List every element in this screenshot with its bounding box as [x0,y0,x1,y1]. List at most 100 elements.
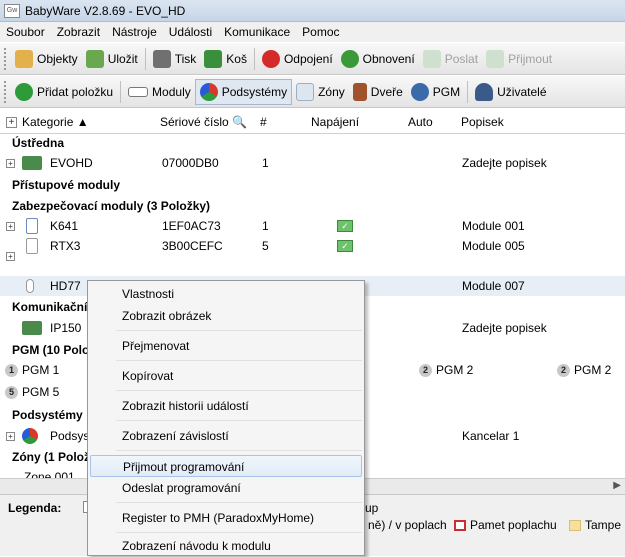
print-button[interactable]: Tisk [149,46,201,72]
column-power[interactable]: Napájení [311,115,359,129]
expand-icon[interactable]: + [6,432,15,441]
toolbar-separator [467,80,469,103]
zones-button[interactable]: Zóny [292,79,349,105]
group-panel[interactable]: Ústředna [0,133,625,153]
menu-separator [116,330,362,331]
menu-separator [116,390,362,391]
expand-icon[interactable]: + [6,222,15,231]
printer-icon [152,49,171,68]
grid-header: + Kategorie ▲ Sériové číslo 🔍 # Napájení… [0,110,625,134]
expand-icon[interactable]: + [6,252,15,261]
expand-icon[interactable]: + [6,159,15,168]
search-icon[interactable]: 🔍 [232,115,247,129]
main-toolbar: Objekty Uložit Tisk Koš Odpojení Obnoven… [0,43,625,75]
folder-icon [15,49,33,68]
menu-item-register-pmh[interactable]: Register to PMH (ParadoxMyHome) [90,507,362,529]
pgm-number-badge: 5 [5,386,18,400]
door-icon [352,82,367,101]
legend-in-alarm: ně) / v poplach [368,518,447,532]
zone-icon [296,82,315,101]
toolbar-grip[interactable] [4,47,7,70]
column-label[interactable]: Popisek [461,115,504,129]
recycle-bin-icon [204,49,223,68]
menu-separator [116,450,362,451]
group-access-modules[interactable]: Přístupové moduly [0,175,625,195]
partitions-button[interactable]: Podsystémy [194,78,293,105]
objects-button[interactable]: Objekty [11,46,82,72]
save-button[interactable]: Uložit [82,46,142,72]
table-row[interactable]: + EVOHD 07000DB0 1 Zadejte popisek [0,153,625,173]
app-logo-icon: Gw [4,3,20,18]
pgm-button[interactable]: PGM [407,79,464,105]
doors-button[interactable]: Dveře [349,79,407,105]
column-auto[interactable]: Auto [408,115,433,129]
add-icon [15,82,33,101]
context-menu: Vlastnosti Zobrazit obrázek Přejmenovat … [87,280,365,556]
table-row[interactable]: + RTX3 3B00CEFC 5 ✓ Module 005 [0,236,625,268]
alarm-memory-swatch [454,520,466,532]
ip-module-icon [22,321,42,335]
users-button[interactable]: Uživatelé [471,79,550,105]
pgm-number-badge: 2 [557,364,570,378]
save-icon [85,49,104,68]
menu-item-dependencies[interactable]: Zobrazení závislostí [90,425,362,447]
partition-icon [199,82,218,101]
send-button[interactable]: Poslat [419,46,482,72]
sort-ascending-icon: ▲ [76,115,89,129]
menu-separator [116,360,362,361]
expand-all-icon[interactable]: + [6,117,17,128]
add-item-button[interactable]: Přidat položku [11,79,117,105]
pgm-number-badge: 1 [5,364,18,378]
menu-item-send-programming[interactable]: Odeslat programování [90,477,362,499]
toolbar-separator [253,47,255,70]
menu-item-properties[interactable]: Vlastnosti [90,283,362,305]
menu-separator [116,420,362,421]
refresh-button[interactable]: Obnovení [337,46,419,72]
title-bar: Gw BabyWare V2.8.69 - EVO_HD [0,0,625,22]
table-row[interactable]: + K641 1EF0AC73 1 ✓ Module 001 [0,216,625,236]
panel-board-icon [22,156,42,170]
menu-zobrazit[interactable]: Zobrazit [51,22,106,42]
pgm-number-badge: 2 [419,364,432,378]
menu-item-copy[interactable]: Kopírovat [90,365,362,387]
toolbar-grip[interactable] [4,80,7,103]
column-number[interactable]: # [260,115,267,129]
menu-item-rename[interactable]: Přejmenovat [90,335,362,357]
toolbar-separator [120,80,122,103]
tamper-swatch [569,520,581,532]
menu-komunikace[interactable]: Komunikace [218,22,296,42]
column-serial[interactable]: Sériové číslo 🔍 [160,115,247,129]
pgm-icon [410,82,429,101]
toolbar-separator [144,47,146,70]
menu-pomoc[interactable]: Pomoc [296,22,345,42]
modules-button[interactable]: Moduly [124,79,195,105]
receiver-icon [26,238,38,254]
detector-icon [26,279,34,293]
power-ok-icon: ✓ [337,220,353,232]
menu-item-event-history[interactable]: Zobrazit historii událostí [90,395,362,417]
menu-item-receive-programming[interactable]: Přijmout programování [90,455,362,477]
window-title: BabyWare V2.8.69 - EVO_HD [25,3,186,18]
legend-partial-text: up [365,501,379,515]
legend-alarm-memory: Pamet poplachu [454,518,557,532]
menu-nastroje[interactable]: Nástroje [106,22,163,42]
refresh-icon [340,49,359,68]
view-toolbar: Přidat položku Moduly Podsystémy Zóny Dv… [0,76,625,108]
disconnect-button[interactable]: Odpojení [258,46,337,72]
menu-soubor[interactable]: Soubor [0,22,51,42]
power-ok-icon: ✓ [337,240,353,252]
disconnect-icon [261,49,280,68]
column-category[interactable]: Kategorie ▲ [22,115,89,129]
keypad-icon [26,218,38,234]
legend-tamper: Tampe [569,518,621,532]
group-security-modules[interactable]: Zabezpečovací moduly (3 Položky) [0,196,625,216]
module-icon [128,86,149,97]
menu-item-module-manual[interactable]: Zobrazení návodu k modulu [90,535,362,557]
recycle-bin-button[interactable]: Koš [200,46,251,72]
legend-label: Legenda: [8,501,62,515]
send-icon [422,49,441,68]
menu-item-show-picture[interactable]: Zobrazit obrázek [90,305,362,327]
menu-udalosti[interactable]: Události [163,22,218,42]
receive-button[interactable]: Přijmout [482,46,556,72]
scroll-right-icon[interactable]: ▶ [613,480,621,491]
